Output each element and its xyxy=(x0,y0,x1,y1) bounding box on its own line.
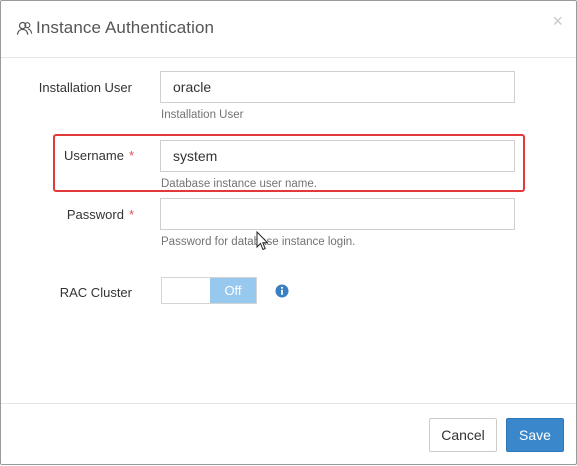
installation-user-help: Installation User xyxy=(161,109,244,121)
installation-user-label-text: Installation User xyxy=(38,80,132,95)
username-input[interactable]: system xyxy=(160,140,515,172)
instance-authentication-dialog: Instance Authentication × Installation U… xyxy=(0,0,577,465)
toggle-off-state[interactable]: Off xyxy=(210,278,256,303)
installation-user-label: Installation User xyxy=(12,80,132,95)
password-required-mark: * xyxy=(128,207,134,222)
info-circle-icon[interactable] xyxy=(275,284,289,298)
password-label-text: Password xyxy=(66,207,124,222)
dialog-title: Instance Authentication xyxy=(36,18,215,37)
username-label-text: Username xyxy=(63,148,124,163)
rac-cluster-label-text: RAC Cluster xyxy=(59,285,132,300)
rac-cluster-label: RAC Cluster xyxy=(12,285,132,300)
password-input[interactable] xyxy=(160,198,515,230)
dialog-title-wrap: Instance Authentication xyxy=(16,18,214,38)
user-group-icon xyxy=(16,21,33,35)
dialog-header: Instance Authentication × xyxy=(1,1,576,58)
installation-user-input[interactable]: oracle xyxy=(160,71,515,103)
username-required-mark: * xyxy=(128,148,134,163)
close-icon[interactable]: × xyxy=(552,11,563,31)
rac-cluster-toggle[interactable]: Off xyxy=(161,277,257,304)
save-button[interactable]: Save xyxy=(506,418,564,452)
cancel-button[interactable]: Cancel xyxy=(429,418,497,452)
mouse-pointer-icon xyxy=(256,231,269,251)
password-label: Password * xyxy=(14,207,134,222)
username-help: Database instance user name. xyxy=(161,178,317,190)
username-label: Username * xyxy=(14,148,134,163)
toggle-handle[interactable] xyxy=(162,278,210,303)
